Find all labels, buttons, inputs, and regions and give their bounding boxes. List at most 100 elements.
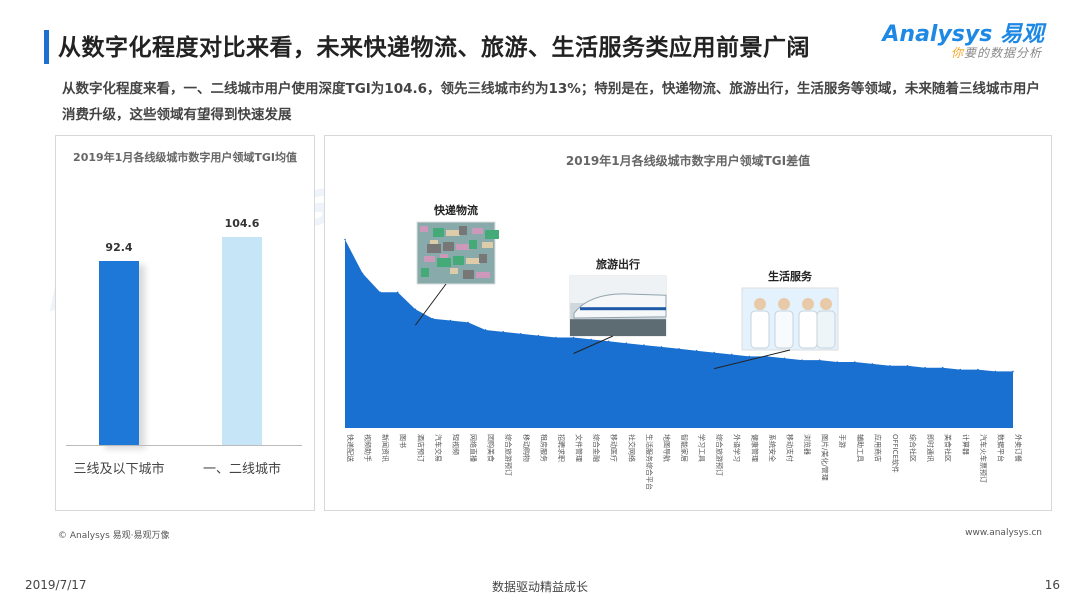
- page-title: 从数字化程度对比来看，未来快递物流、旅游、生活服务类应用前景广阔: [58, 35, 810, 61]
- x-axis-line: [66, 445, 302, 446]
- analysys-logo: Analysys 易观 你要的数据分析: [882, 16, 1044, 66]
- area-point: [994, 370, 997, 373]
- x-tick-label: 租房服务: [539, 434, 548, 462]
- avg-tgi-chart-title: 2019年1月各线级城市数字用户领域TGI均值: [73, 151, 297, 164]
- x-tick-label: 数据平台: [996, 434, 1005, 462]
- area-point: [537, 334, 540, 337]
- copyright: © Analysys 易观·易观万像: [58, 531, 170, 541]
- logo-tagline-accent: 你: [950, 46, 964, 60]
- bar-value-label-tier12: 104.6: [224, 216, 260, 230]
- x-tick-label: 综合金融: [592, 434, 601, 462]
- annotation-label: 快递物流: [433, 203, 478, 217]
- x-tick-label: 生活服务综合平台: [645, 434, 654, 490]
- x-tick-label: 地图导航: [662, 434, 671, 462]
- tgi-diff-area-chart: 快递配送 视频助手 新闻资讯 图书 酒店预订 汽车交易 短视频 网络直播 团购美食 综合旅游预订移…: [344, 203, 1023, 490]
- annotation-label: 生活服务: [768, 269, 813, 283]
- area-point: [607, 340, 610, 343]
- website: www.analysys.cn: [965, 528, 1042, 538]
- area-point: [484, 329, 487, 331]
- x-tick-label: 新闻资讯: [381, 434, 390, 462]
- annotation-photo: [569, 275, 667, 337]
- page-number: 16: [1044, 578, 1060, 592]
- area-point: [713, 351, 715, 354]
- x-tick-label: 社交网络: [627, 434, 636, 462]
- area-point: [414, 308, 417, 311]
- area-point: [467, 321, 469, 324]
- area-point: [853, 361, 856, 363]
- area-point: [678, 348, 680, 350]
- area-point: [361, 272, 364, 275]
- area-point: [924, 366, 926, 369]
- avg-tgi-panel: 2019年1月各线级城市数字用户领域TGI均值 92.4 104.6 三线及以下…: [55, 135, 315, 511]
- area-point: [941, 366, 944, 369]
- x-tick-label: 文件管理: [575, 434, 584, 462]
- x-tick-label: 移动购物: [522, 434, 531, 462]
- x-tick-label: 美食社区: [944, 434, 953, 462]
- x-tick-label: 健康管理: [750, 434, 759, 462]
- x-tick-label: 移动支付: [785, 434, 794, 462]
- annotation-photo: [741, 287, 839, 351]
- title-accent-bar: [44, 30, 49, 64]
- x-tick-label: 移动医疗: [610, 434, 619, 462]
- x-tick-label: 综合社区: [909, 434, 918, 462]
- area-point: [625, 342, 628, 344]
- x-tick-label: 汽车火车票预订: [979, 434, 988, 483]
- bar-tier12: [222, 236, 262, 445]
- area-point: [1012, 370, 1014, 373]
- area-point: [643, 344, 645, 346]
- area-point: [818, 359, 821, 361]
- area-point: [906, 364, 909, 367]
- x-tick-label: 计算器: [961, 434, 970, 455]
- area-point: [432, 317, 434, 320]
- area-point: [748, 355, 751, 358]
- x-tick-label: 学习工具: [698, 434, 707, 462]
- x-tick-label: 综合旅游预订: [715, 434, 724, 476]
- area-point: [379, 291, 381, 294]
- area-point: [344, 238, 346, 241]
- area-point: [555, 336, 557, 339]
- x-tick-label: 视频助手: [364, 434, 373, 462]
- x-tick-label: 汽车交易: [434, 434, 443, 462]
- x-tick-label: 应用商店: [873, 434, 882, 462]
- x-tick-label: 短视频: [451, 434, 460, 455]
- area-point: [977, 368, 979, 371]
- tgi-diff-panel: 2019年1月各线级城市数字用户领域TGI差值 快递配送 视频助手 新闻资讯 图书 酒店…: [324, 135, 1052, 511]
- area-point: [572, 336, 575, 339]
- area-point: [730, 353, 733, 356]
- logo-tagline-rest: 要的数据分析: [963, 46, 1042, 60]
- area-point: [660, 346, 663, 348]
- annotation-photo: [416, 221, 499, 285]
- category-label-tier12: 一、二线城市: [202, 462, 281, 477]
- x-tick-label: 团购美食: [487, 434, 496, 462]
- x-tick-label: 浏览器: [803, 434, 812, 455]
- x-tick-label: 招聘求职: [557, 434, 566, 462]
- x-tick-label: 手游: [838, 434, 847, 448]
- area-point: [783, 357, 786, 360]
- x-tick-label: 综合旅游预订: [504, 434, 513, 476]
- logo-tagline: 你要的数据分析: [951, 44, 1042, 61]
- area-point: [396, 291, 399, 294]
- area-point: [889, 364, 891, 367]
- area-point: [502, 331, 505, 333]
- area-point: [519, 332, 522, 335]
- page-subtitle: 从数字化程度来看，一、二线城市用户使用深度TGI为104.6，领先三线城市约为1…: [62, 81, 1040, 123]
- x-tick-label: 网络直播: [469, 434, 478, 462]
- area-point: [695, 349, 698, 352]
- area-point: [871, 363, 874, 365]
- bar-tier3: [99, 260, 139, 445]
- bar-value-label-tier3: 92.4: [105, 240, 133, 254]
- x-tick-label: 系统安全: [768, 434, 777, 462]
- area-point: [449, 319, 452, 322]
- x-tick-label: 图片/美化/管理: [821, 434, 830, 481]
- x-tick-label: 智能家居: [680, 434, 689, 462]
- area-point: [801, 359, 803, 361]
- x-tick-label: 图书: [399, 434, 408, 448]
- category-label-tier3: 三线及以下城市: [73, 462, 165, 477]
- slogan: 数据驱动精益成长: [491, 580, 588, 594]
- x-tick-label: 酒店预订: [416, 434, 425, 462]
- area-point: [836, 361, 839, 363]
- x-tick-label: 辅助工具: [856, 434, 865, 462]
- x-tick-label: 外语学习: [733, 434, 742, 462]
- area-point: [959, 368, 962, 371]
- x-tick-label: 快递配送: [346, 434, 355, 462]
